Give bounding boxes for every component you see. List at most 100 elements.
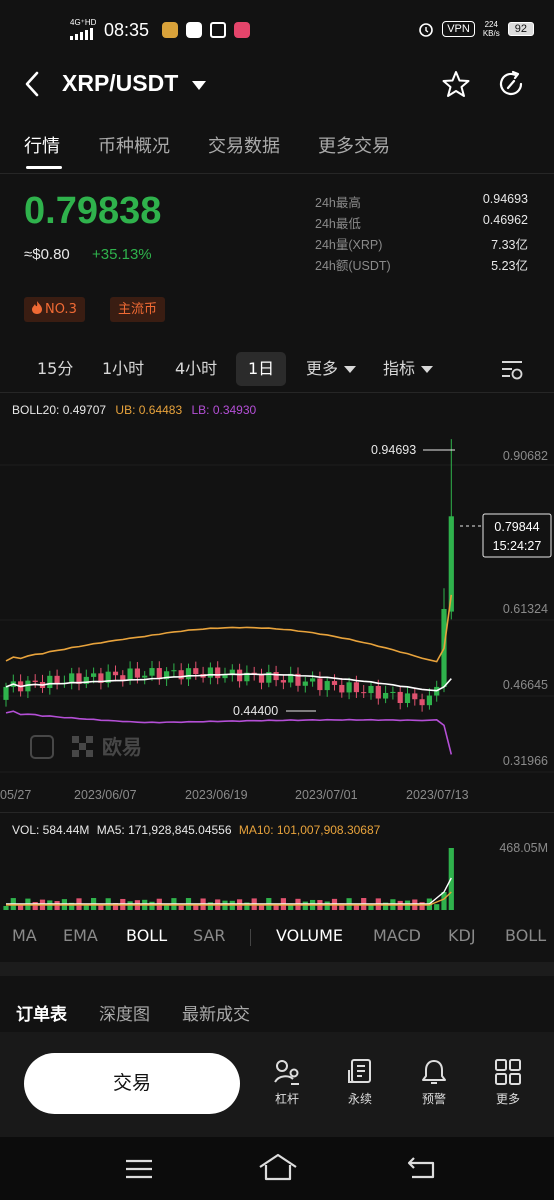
candle-body bbox=[346, 682, 352, 693]
indicator-ma[interactable]: MA bbox=[12, 926, 37, 945]
candle-body bbox=[324, 681, 330, 691]
candle-body bbox=[222, 675, 228, 679]
category-badge[interactable]: 主流币 bbox=[110, 297, 166, 322]
tab-depth-chart[interactable]: 深度图 bbox=[99, 1000, 150, 1025]
notification-icons bbox=[162, 22, 250, 38]
candle-countdown: 15:24:27 bbox=[493, 539, 542, 553]
indicator-ema[interactable]: EMA bbox=[63, 926, 98, 945]
timeframe-15m[interactable]: 15分 bbox=[37, 352, 73, 386]
x-tick-label: 2023/06/19 bbox=[185, 788, 248, 802]
volume-bar bbox=[273, 905, 279, 910]
y-tick-label: 0.90682 bbox=[503, 449, 548, 463]
volume-bar bbox=[324, 901, 330, 910]
tab-more-trading[interactable]: 更多交易 bbox=[318, 132, 390, 158]
volume-bar bbox=[441, 892, 447, 910]
tab-coin-overview[interactable]: 币种概况 bbox=[98, 132, 170, 158]
page-title: XRP/USDT bbox=[62, 70, 179, 96]
back-icon[interactable] bbox=[406, 1155, 438, 1181]
volume-bar bbox=[3, 906, 9, 910]
stat-row-turnover: 24h额(USDT) 5.23亿 bbox=[315, 259, 528, 273]
indicator-boll-main[interactable]: BOLL bbox=[126, 926, 167, 945]
star-favorite-icon[interactable] bbox=[442, 70, 470, 98]
chevron-down-icon bbox=[191, 80, 206, 90]
grid-icon bbox=[495, 1059, 521, 1085]
indicator-sar[interactable]: SAR bbox=[193, 926, 226, 945]
action-leverage[interactable]: 杠杆 bbox=[257, 1058, 317, 1107]
candle-body bbox=[339, 684, 345, 693]
back-arrow-icon[interactable] bbox=[22, 70, 42, 98]
tab-trading-data[interactable]: 交易数据 bbox=[208, 132, 280, 158]
indicator-dropdown[interactable]: 指标 bbox=[383, 352, 434, 386]
candle-body bbox=[331, 681, 338, 685]
volume-chart[interactable]: 468.05M bbox=[0, 838, 554, 912]
caret-down-icon bbox=[421, 366, 434, 373]
refresh-share-icon[interactable] bbox=[496, 69, 526, 99]
candle-body bbox=[193, 668, 199, 675]
volume-y-tick: 468.05M bbox=[499, 841, 548, 855]
timeframe-more-dropdown[interactable]: 更多 bbox=[306, 352, 357, 386]
orderbook-tabs: 订单表 深度图 最新成交 bbox=[16, 1000, 250, 1025]
pair-selector[interactable]: XRP/USDT bbox=[62, 70, 207, 97]
candle-body bbox=[375, 685, 381, 699]
indicator-kdj[interactable]: KDJ bbox=[448, 926, 476, 945]
menu-icon[interactable] bbox=[124, 1157, 154, 1181]
ticker-stats: 24h最高 0.94693 24h最低 0.46962 24h量(XRP) 7.33亿… bbox=[315, 192, 528, 276]
trade-button[interactable]: 交易 bbox=[24, 1053, 240, 1114]
high-price-marker: 0.94693 bbox=[371, 443, 416, 457]
rank-badge[interactable]: NO.3 bbox=[24, 297, 85, 322]
tab-market[interactable]: 行情 bbox=[24, 132, 60, 158]
tab-latest-trades[interactable]: 最新成交 bbox=[182, 1000, 250, 1025]
timeframe-bar: 15分 1小时 4小时 1日 更多 指标 bbox=[24, 352, 532, 386]
indicator-boll-sub[interactable]: BOLL bbox=[505, 926, 546, 945]
x-tick-label: 2023/06/07 bbox=[74, 788, 137, 802]
x-tick-label: 05/27 bbox=[0, 788, 31, 802]
main-tabs: 行情 币种概况 交易数据 更多交易 bbox=[24, 132, 390, 158]
price-change-percent: +35.13% bbox=[92, 246, 152, 263]
candle-body bbox=[112, 671, 119, 676]
svg-text:欧易: 欧易 bbox=[102, 735, 142, 759]
action-more[interactable]: 更多 bbox=[478, 1058, 538, 1107]
divider bbox=[0, 173, 554, 174]
volume-bar bbox=[32, 902, 38, 910]
timeframe-1d[interactable]: 1日 bbox=[236, 352, 287, 386]
candle-body bbox=[404, 693, 411, 703]
app-notification-icon bbox=[234, 22, 250, 38]
indicator-volume[interactable]: VOLUME bbox=[276, 926, 343, 945]
candle-body bbox=[47, 675, 53, 688]
usd-approx-price: ≈$0.80 bbox=[24, 246, 70, 263]
network-indicator: 4G⁺HD bbox=[70, 18, 97, 27]
home-icon[interactable] bbox=[258, 1153, 298, 1181]
candlestick-chart[interactable]: 0.90682 0.61324 0.46645 0.31966 0.94693 … bbox=[0, 420, 554, 810]
y-tick-label: 0.31966 bbox=[503, 754, 548, 768]
candle-body bbox=[215, 667, 221, 679]
candle-body bbox=[397, 691, 403, 703]
candle-body bbox=[3, 686, 9, 700]
timeframe-4h[interactable]: 4小时 bbox=[175, 352, 217, 386]
candle-body bbox=[185, 668, 192, 680]
app-notification-icon bbox=[186, 22, 202, 38]
app-notification-icon bbox=[210, 22, 226, 38]
volume-bar bbox=[178, 905, 184, 910]
candle-body bbox=[120, 675, 126, 680]
candle-body bbox=[32, 680, 38, 683]
leverage-icon bbox=[274, 1060, 299, 1085]
chart-settings-icon[interactable] bbox=[500, 357, 524, 391]
timeframe-1h[interactable]: 1小时 bbox=[102, 352, 144, 386]
last-price: 0.79838 bbox=[24, 190, 162, 232]
candle-body bbox=[237, 669, 243, 682]
action-perpetual[interactable]: 永续 bbox=[330, 1058, 390, 1107]
candle-body bbox=[142, 675, 148, 678]
candle-body bbox=[368, 685, 374, 694]
boll-legend: BOLL20: 0.49707 UB: 0.64483 LB: 0.34930 bbox=[12, 403, 257, 417]
tab-order-book[interactable]: 订单表 bbox=[16, 1000, 67, 1025]
network-speed: 224 KB/s bbox=[482, 20, 500, 38]
candle-body bbox=[383, 692, 389, 699]
candle-body bbox=[302, 681, 308, 686]
action-alert[interactable]: 预警 bbox=[404, 1058, 464, 1107]
current-price-value: 0.79844 bbox=[494, 520, 539, 534]
volume-legend: VOL: 584.44M MA5: 171,928,845.04556 MA10… bbox=[12, 823, 381, 837]
candle-body bbox=[258, 674, 265, 683]
fullscreen-icon bbox=[30, 735, 54, 759]
indicator-macd[interactable]: MACD bbox=[373, 926, 421, 945]
system-navigation-bar bbox=[0, 1137, 554, 1200]
